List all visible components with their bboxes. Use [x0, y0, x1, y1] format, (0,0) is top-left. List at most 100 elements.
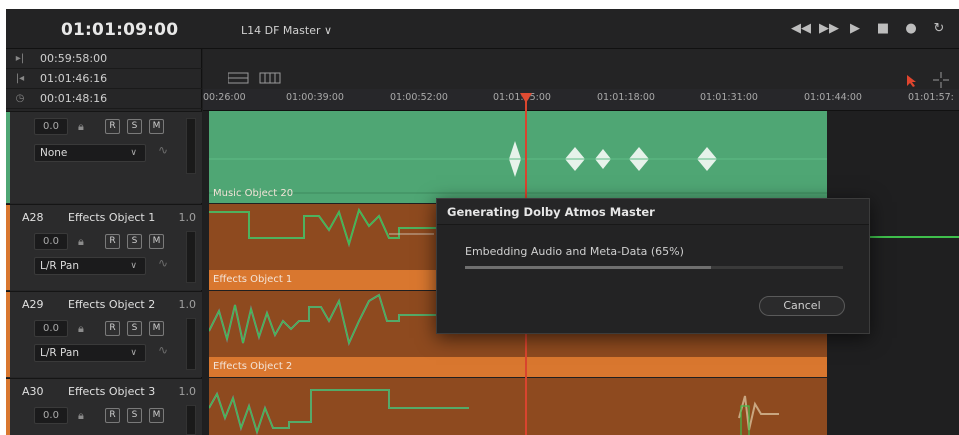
solo-button[interactable]: S [127, 119, 142, 134]
pan-dropdown[interactable]: L/R Pan ∨ [34, 257, 146, 275]
out-point-timecode: 01:01:46:16 [40, 72, 108, 85]
track-fader[interactable] [186, 231, 196, 283]
view-options-icon[interactable] [228, 71, 288, 91]
track-color-strip [6, 292, 10, 377]
pointer-tool-icon[interactable] [906, 74, 918, 88]
pan-dropdown[interactable]: None ∨ [34, 144, 146, 162]
stop-icon[interactable]: ■ [875, 21, 891, 36]
pan-dropdown-value: L/R Pan [40, 260, 79, 272]
duration-row: ◷ 00:01:48:16 [6, 89, 202, 109]
track-id: A28 [22, 211, 44, 224]
clip-name: Music Object 20 [213, 188, 294, 199]
audio-clip[interactable] [209, 378, 827, 435]
progress-bar-fill [465, 266, 711, 269]
crosshair-tool-icon[interactable] [933, 72, 949, 88]
clip-title-bar: Effects Object 2 [209, 357, 827, 377]
track-level: 1.0 [178, 385, 197, 398]
progress-dialog: Generating Dolby Atmos Master Embedding … [436, 198, 870, 334]
resolve-fairlight-window: 01:01:09:00 L14 DF Master ∨ ◀◀ ▶▶ ▶ ■ ● … [6, 9, 959, 435]
ruler-tick-label: 00:26:00 [203, 92, 246, 103]
track-level: 1.0 [178, 298, 197, 311]
track-fader[interactable] [186, 118, 196, 174]
mute-button[interactable]: M [149, 234, 164, 249]
track-id: A29 [22, 298, 44, 311]
progress-bar [465, 266, 843, 269]
loop-icon[interactable]: ↻ [931, 21, 947, 36]
track-header-music: 0.0 🔒︎ R S M None ∨ ∿ [6, 111, 202, 203]
ruler-tick-label: 01:01:44:00 [804, 92, 862, 103]
ruler-tick-label: 01:01:31:00 [700, 92, 758, 103]
track-header-a29: A29 Effects Object 2 1.0 0.0 🔒︎ R S M L/… [6, 291, 202, 377]
chevron-down-icon: ∨ [130, 261, 137, 271]
clip-name: Effects Object 1 [213, 274, 293, 285]
timeline-ruler[interactable]: 00:26:00 01:00:39:00 01:00:52:00 01:01:0… [203, 89, 959, 111]
track-color-strip [6, 112, 10, 203]
mute-button[interactable]: M [149, 119, 164, 134]
mute-button[interactable]: M [149, 408, 164, 423]
clip-name: Effects Object 2 [213, 361, 293, 372]
volume-field[interactable]: 0.0 [34, 320, 68, 337]
solo-button[interactable]: S [127, 234, 142, 249]
track-name[interactable]: Effects Object 2 [68, 298, 155, 311]
play-icon[interactable]: ▶ [847, 21, 863, 36]
track-fader[interactable] [186, 318, 196, 370]
ruler-tick-label: 01:00:52:00 [390, 92, 448, 103]
track-header-panel: ▸| 00:59:58:00 |◂ 01:01:46:16 ◷ 00:01:48… [6, 49, 202, 435]
lock-icon[interactable]: 🔒︎ [78, 410, 90, 422]
timeline-toolbar [203, 49, 959, 89]
record-arm-button[interactable]: R [105, 234, 120, 249]
fast-forward-icon[interactable]: ▶▶ [819, 21, 839, 36]
track-lane-music: Music Object 20 [203, 111, 959, 203]
chevron-down-icon: ∨ [130, 348, 137, 358]
ruler-tick-label: 01:00:39:00 [286, 92, 344, 103]
track-color-strip [6, 205, 10, 290]
out-point-row: |◂ 01:01:46:16 [6, 69, 202, 89]
automation-curve-icon[interactable]: ∿ [158, 343, 168, 357]
track-name[interactable]: Effects Object 3 [68, 385, 155, 398]
out-point-icon: |◂ [15, 73, 25, 84]
in-point-timecode: 00:59:58:00 [40, 52, 108, 65]
chevron-down-icon: ∨ [323, 24, 333, 37]
track-id: A30 [22, 385, 44, 398]
transport-controls: ◀◀ ▶▶ ▶ ■ ● ↻ [791, 21, 947, 36]
record-arm-button[interactable]: R [105, 119, 120, 134]
lock-icon[interactable]: 🔒︎ [78, 236, 90, 248]
track-name[interactable]: Effects Object 1 [68, 211, 155, 224]
timeline-selector[interactable]: L14 DF Master ∨ [241, 24, 332, 37]
volume-field[interactable]: 0.0 [34, 407, 68, 424]
duration-timecode: 00:01:48:16 [40, 92, 108, 105]
top-bar: 01:01:09:00 L14 DF Master ∨ ◀◀ ▶▶ ▶ ■ ● … [6, 9, 959, 49]
pan-dropdown-value: None [40, 147, 68, 159]
dialog-title: Generating Dolby Atmos Master [437, 199, 869, 225]
clock-icon: ◷ [15, 93, 25, 104]
rewind-icon[interactable]: ◀◀ [791, 21, 811, 36]
record-arm-button[interactable]: R [105, 321, 120, 336]
automation-curve-icon[interactable]: ∿ [158, 256, 168, 270]
record-arm-button[interactable]: R [105, 408, 120, 423]
record-icon[interactable]: ● [903, 21, 919, 36]
lock-icon[interactable]: 🔒︎ [78, 121, 90, 133]
in-point-row: ▸| 00:59:58:00 [6, 49, 202, 69]
automation-curve-icon[interactable]: ∿ [158, 143, 168, 157]
solo-button[interactable]: S [127, 408, 142, 423]
lock-icon[interactable]: 🔒︎ [78, 323, 90, 335]
solo-button[interactable]: S [127, 321, 142, 336]
track-fader[interactable] [186, 405, 196, 435]
chevron-down-icon: ∨ [130, 148, 137, 158]
track-color-strip [6, 379, 10, 435]
waveform-automation [209, 389, 779, 435]
mute-button[interactable]: M [149, 321, 164, 336]
progress-message: Embedding Audio and Meta-Data (65%) [465, 245, 684, 258]
pan-dropdown[interactable]: L/R Pan ∨ [34, 344, 146, 362]
cancel-button[interactable]: Cancel [759, 296, 845, 316]
track-lane-a30 [203, 378, 959, 435]
volume-field[interactable]: 0.0 [34, 118, 68, 135]
timeline-name: L14 DF Master [241, 24, 321, 37]
ruler-tick-label: 01:01:18:00 [597, 92, 655, 103]
ruler-tick-label: 01:01:57: [908, 92, 954, 103]
music-waveform [209, 141, 827, 194]
track-header-a30: A30 Effects Object 3 1.0 0.0 🔒︎ R S M [6, 378, 202, 435]
volume-field[interactable]: 0.0 [34, 233, 68, 250]
track-header-a28: A28 Effects Object 1 1.0 0.0 🔒︎ R S M L/… [6, 204, 202, 290]
audio-clip[interactable]: Music Object 20 [209, 111, 827, 203]
